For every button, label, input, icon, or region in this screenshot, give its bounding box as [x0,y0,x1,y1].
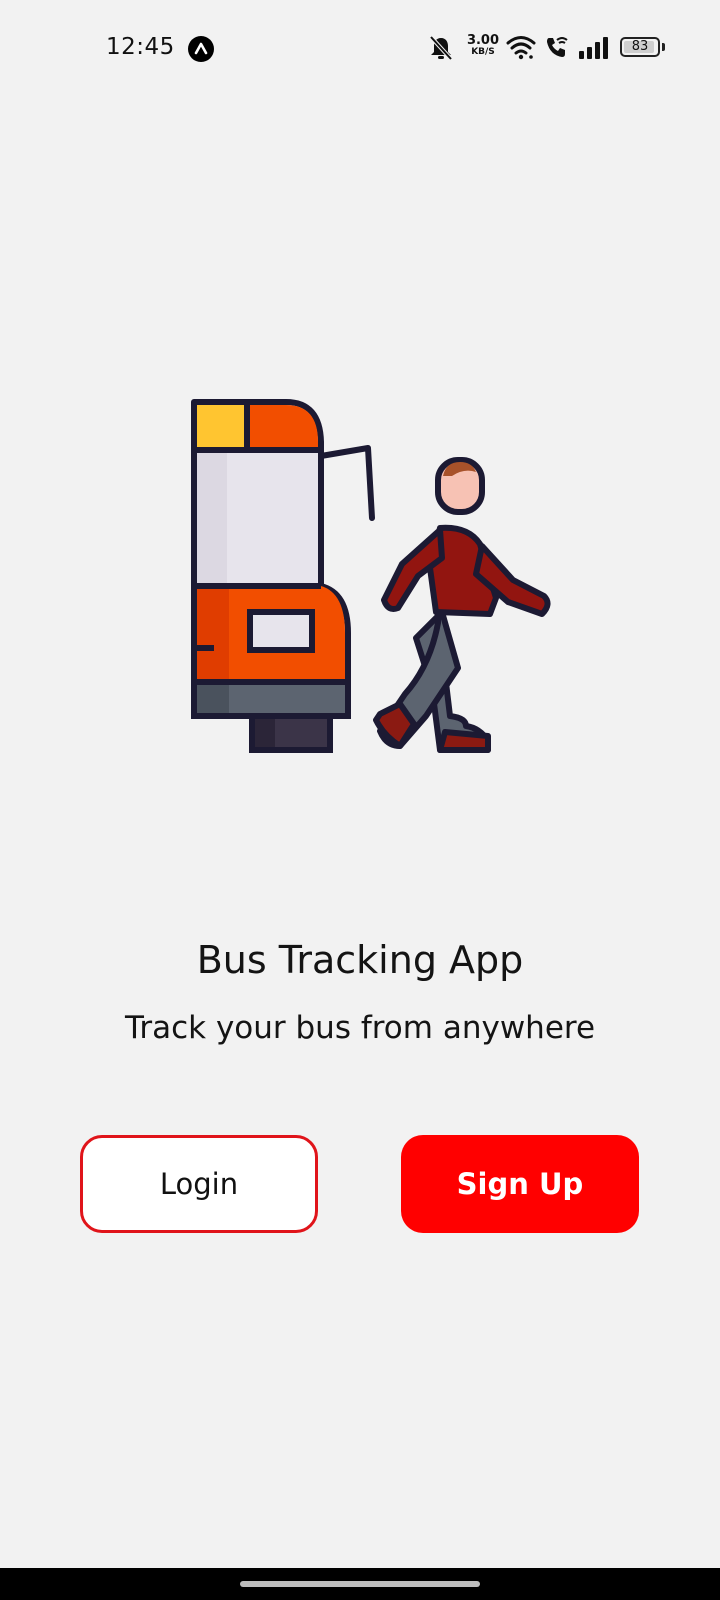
app-title: Bus Tracking App [196,938,524,982]
a-logo-icon [188,36,214,62]
login-button[interactable]: Login [80,1135,318,1233]
walking-person-icon [373,457,551,753]
status-time: 12:45 [106,34,175,60]
signal-bars-icon [578,36,610,64]
wifi-call-icon [544,34,570,64]
home-gesture-handle[interactable] [240,1581,480,1587]
mute-bell-icon [428,34,454,66]
battery-level: 83 [631,39,649,54]
bus-and-walking-person-icon [190,398,570,770]
sign-up-button[interactable]: Sign Up [401,1135,639,1233]
network-speed: 3.00 KB/S [466,34,500,57]
battery-cap [662,43,665,51]
network-speed-value: 3.00 [466,33,500,48]
navigation-bar [0,1568,720,1600]
battery-icon: 83 [620,37,660,57]
wifi-icon [506,34,536,64]
app-subtitle: Track your bus from anywhere [124,1010,596,1046]
status-bar: 12:45 3.00 KB/S 83 [0,0,720,96]
bus-icon [191,399,375,753]
network-speed-unit: KB/S [471,47,495,57]
